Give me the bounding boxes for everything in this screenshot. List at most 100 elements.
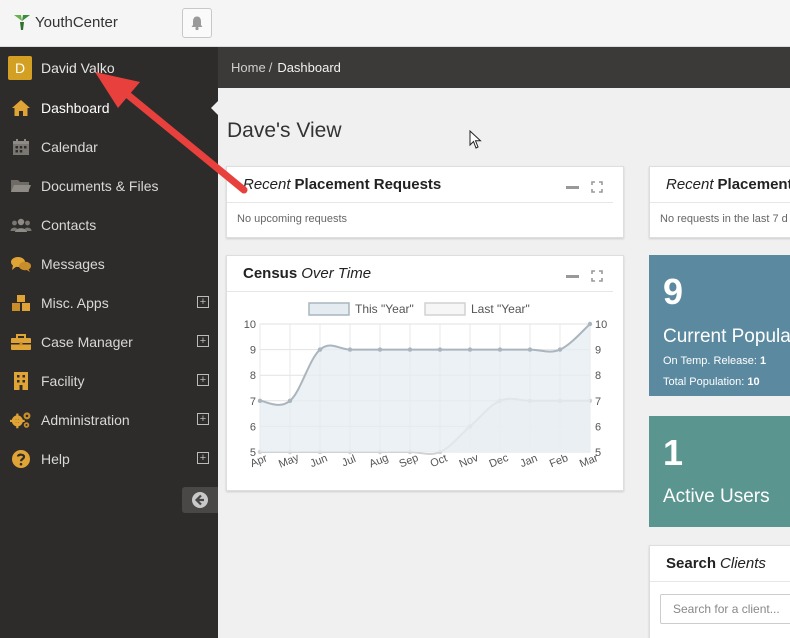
sidebar-item-label: Calendar <box>41 138 98 155</box>
mouse-cursor-icon <box>469 130 482 149</box>
legend-label: This "Year" <box>355 302 414 316</box>
card-title: Placement <box>717 176 790 193</box>
sidebar-item-messages[interactable]: Messages <box>0 244 218 283</box>
search-clients-card: Search Clients <box>649 545 790 638</box>
y-tick-label-right: 10 <box>595 319 607 331</box>
y-tick-label-left: 10 <box>244 319 256 331</box>
card-header: Census Over Time <box>227 256 613 292</box>
app-logo[interactable]: YouthCenter <box>12 12 118 32</box>
sidebar-item-label: Contacts <box>41 216 97 233</box>
data-point <box>407 347 413 352</box>
y-tick-label-left: 6 <box>250 421 256 433</box>
card-title-em: Over Time <box>301 265 372 282</box>
sidebar-item-facility[interactable]: Facility + <box>0 361 218 400</box>
data-point <box>467 347 473 352</box>
expand-icon[interactable]: + <box>197 335 209 347</box>
app-name: YouthCenter <box>35 13 118 31</box>
card-title: Census <box>243 265 298 282</box>
x-tick-label: Dec <box>488 452 511 471</box>
sidebar-item-label: Help <box>41 450 70 467</box>
temp-release-line: On Temp. Release: 1 <box>663 355 766 367</box>
y-tick-label-right: 9 <box>595 345 601 357</box>
sidebar-item-dashboard[interactable]: Dashboard <box>0 88 218 127</box>
active-users-tile[interactable]: 1 Active Users <box>649 416 790 527</box>
y-tick-label-right: 8 <box>595 370 601 382</box>
active-indicator <box>211 101 218 115</box>
sidebar-item-contacts[interactable]: Contacts <box>0 205 218 244</box>
card-tools <box>566 181 603 193</box>
empty-message: No upcoming requests <box>237 213 348 225</box>
x-tick-label: Jul <box>340 453 358 469</box>
sidebar-item-label: Facility <box>41 372 85 389</box>
y-tick-label-left: 9 <box>250 345 256 357</box>
expand-icon[interactable]: + <box>197 413 209 425</box>
legend-swatch <box>424 302 466 316</box>
recent-placement-card-2: Recent Placement No requests in the last… <box>649 166 790 238</box>
sidebar-item-label: Documents & Files <box>41 177 159 194</box>
data-point <box>317 347 323 352</box>
client-search-input[interactable] <box>660 594 790 624</box>
user-name: David Valko <box>41 59 115 76</box>
maximize-icon[interactable] <box>591 181 603 193</box>
sidebar-item-label: Case Manager <box>41 333 133 350</box>
question-icon <box>10 448 32 470</box>
x-tick-label: Sep <box>398 452 421 470</box>
collapse-sidebar-button[interactable] <box>182 487 218 513</box>
users-icon <box>10 214 32 236</box>
census-card: Census Over Time 5 5 6 6 7 7 8 8 9 9 10 10 Apr May Jun… <box>226 255 624 491</box>
data-point <box>287 398 293 403</box>
sidebar-item-label: Messages <box>41 255 105 272</box>
expand-icon[interactable]: + <box>197 296 209 308</box>
y-tick-label-left: 8 <box>250 370 256 382</box>
census-chart: 5 56 67 78 89 910 10Apr May Jun Jul Aug Sep Oct Nov De… <box>244 302 608 471</box>
y-tick-label-right: 6 <box>595 421 601 433</box>
stat-label: Active Users <box>663 486 770 507</box>
user-menu[interactable]: D David Valko <box>0 47 218 88</box>
sidebar-item-case-manager[interactable]: Case Manager + <box>0 322 218 361</box>
total-population-label: Total Population: <box>663 376 745 388</box>
sidebar-item-administration[interactable]: Administration + <box>0 400 218 439</box>
card-header: Search Clients <box>650 546 790 582</box>
y-tick-label-left: 7 <box>250 396 256 408</box>
maximize-icon[interactable] <box>591 270 603 282</box>
current-population-tile[interactable]: 9 Current Popula On Temp. Release: 1 Tot… <box>649 255 790 396</box>
x-tick-label: Jan <box>518 452 539 470</box>
card-header: Recent Placement <box>650 167 790 203</box>
data-point <box>347 347 353 352</box>
sidebar-item-help[interactable]: Help + <box>0 439 218 478</box>
minimize-icon[interactable] <box>566 274 579 278</box>
sidebar-item-misc-apps[interactable]: Misc. Apps + <box>0 283 218 322</box>
card-title: Search <box>666 555 717 572</box>
temp-release-label: On Temp. Release: <box>663 355 757 367</box>
page-title: Dave's View <box>227 119 342 142</box>
sidebar: D David Valko Dashboard Calendar Documen… <box>0 47 218 638</box>
empty-message: No requests in the last 7 d <box>660 213 788 225</box>
total-population-line: Total Population: 10 <box>663 376 760 388</box>
expand-icon[interactable]: + <box>197 374 209 386</box>
card-header: Recent Placement Requests <box>227 167 613 203</box>
recent-placement-card: Recent Placement Requests No upcoming re… <box>226 166 624 238</box>
x-tick-label: Oct <box>429 452 449 470</box>
chat-icon <box>10 253 32 275</box>
data-point <box>587 321 593 327</box>
card-tools <box>566 270 603 282</box>
notifications-button[interactable] <box>182 8 212 38</box>
temp-release-value: 1 <box>760 355 767 367</box>
minimize-icon[interactable] <box>566 185 579 189</box>
logo-icon <box>14 15 30 30</box>
expand-icon[interactable]: + <box>197 452 209 464</box>
breadcrumb-separator: / <box>268 60 273 75</box>
x-tick-label: Jun <box>308 452 329 470</box>
sidebar-item-label: Dashboard <box>41 99 110 116</box>
sidebar-item-documents[interactable]: Documents & Files <box>0 166 218 205</box>
arrow-left-circle-icon <box>192 492 208 508</box>
gears-icon <box>10 409 32 431</box>
x-tick-label: Aug <box>368 452 391 470</box>
card-title-em: Recent <box>243 176 291 193</box>
data-point <box>527 347 533 352</box>
stat-label: Current Popula <box>663 326 790 347</box>
legend-label: Last "Year" <box>471 302 530 316</box>
sidebar-nav: Dashboard Calendar Documents & Files Con… <box>0 88 218 478</box>
sidebar-item-calendar[interactable]: Calendar <box>0 127 218 166</box>
breadcrumb-home-link[interactable]: Home <box>231 60 266 75</box>
